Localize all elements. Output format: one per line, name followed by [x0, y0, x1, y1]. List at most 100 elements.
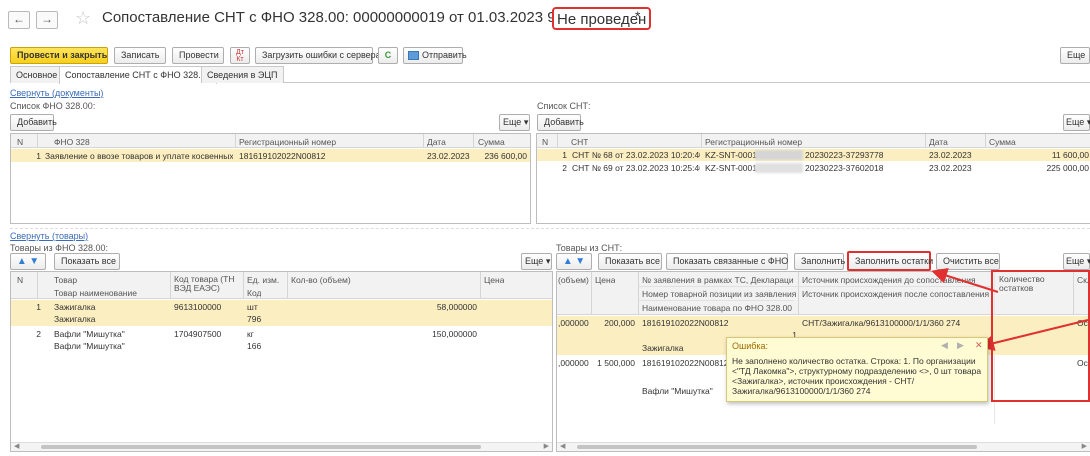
- fno-goods-table: N Товар Товар наименование Код товара (Т…: [10, 271, 553, 452]
- snt-goods-row-decl: 181619102022N00812: [642, 358, 729, 368]
- snt-goods-row-price: 1 500,000: [597, 358, 635, 368]
- collapse-documents-link[interactable]: Свернуть (документы): [10, 88, 103, 98]
- goods-row-qty: 150,000000: [432, 329, 477, 339]
- goods-row-n: 2: [36, 329, 41, 339]
- scroll-right-icon[interactable]: ▶: [544, 443, 549, 451]
- col-goods: Товар: [54, 275, 78, 285]
- scroll-left-icon[interactable]: ◀: [14, 443, 19, 451]
- fno-show-all-button[interactable]: Показать все: [54, 253, 120, 270]
- load-errors-button[interactable]: Загрузить ошибки с сервера: [255, 47, 381, 64]
- snt-goods-row-name328: Вафли "Мишутка": [642, 386, 713, 396]
- tab-matching[interactable]: Сопоставление СНТ с ФНО 328.00: [59, 66, 217, 84]
- snt-row-date: 23.02.2023: [929, 163, 972, 173]
- fno-row-reg: 181619102022N00812: [239, 151, 326, 161]
- snt-col-reg: Регистрационный номер: [705, 137, 803, 147]
- table-row[interactable]: 2 Вафли "Мишутка" Вафли "Мишутка" 170490…: [11, 327, 552, 353]
- post-button[interactable]: Провести: [172, 47, 224, 64]
- table-row[interactable]: 2 СНТ № 69 от 23.02.2023 10:25:46 KZ-SNT…: [537, 162, 1090, 174]
- fno-row-date: 23.02.2023: [427, 151, 470, 161]
- snt-row-sum: 11 600,00: [1051, 150, 1089, 160]
- snt-more-button[interactable]: Еще ▾: [1063, 114, 1090, 131]
- fno-table-header: N ФНО 328 Регистрационный номер Дата Сум…: [11, 134, 530, 148]
- move-arrows[interactable]: ▲ ▼: [556, 253, 592, 270]
- prev-error-icon[interactable]: ◀: [941, 340, 948, 351]
- goods-row-qty: 58,000000: [436, 302, 477, 312]
- error-message: Не заполнено количество остатка. Строка:…: [732, 356, 982, 396]
- back-button[interactable]: ←: [8, 11, 30, 29]
- snt-row-reg-prefix: KZ-SNT-0001-: [705, 150, 760, 160]
- snt-row-name: СНТ № 68 от 23.02.2023 10:20:40: [572, 150, 700, 160]
- move-arrows[interactable]: ▲ ▼: [10, 253, 46, 270]
- fno-row-sum: 236 600,00: [484, 151, 527, 161]
- table-row[interactable]: 1 СНТ № 68 от 23.02.2023 10:20:40 KZ-SNT…: [537, 149, 1090, 161]
- fno-more-button[interactable]: Еще ▾: [499, 114, 530, 131]
- goods-row-name: Вафли "Мишутка": [54, 341, 125, 351]
- next-error-icon[interactable]: ▶: [957, 340, 964, 351]
- add-fno-button[interactable]: Добавить: [10, 114, 57, 131]
- refresh-icon[interactable]: C: [378, 47, 398, 64]
- goods-row-unit-code: 796: [247, 314, 262, 324]
- col-price: Цена: [484, 275, 505, 285]
- snt-goods-row-decl: 181619102022N00812: [642, 318, 729, 328]
- close-icon[interactable]: ✕: [975, 340, 983, 351]
- collapse-goods-link[interactable]: Свернуть (товары): [10, 231, 88, 241]
- arrow-right-icon: →: [41, 12, 53, 26]
- col-name328: Наименование товара по ФНО 328.00: [642, 303, 793, 313]
- forward-button[interactable]: →: [36, 11, 58, 29]
- fill-button[interactable]: Заполнить: [794, 253, 845, 270]
- arrow-down-icon: ▼: [29, 256, 40, 267]
- fno-col-n: N: [17, 137, 24, 147]
- modified-mark: *: [635, 8, 641, 24]
- goods-row-unit-code: 166: [247, 341, 262, 351]
- arrow-to-error: [978, 319, 1089, 351]
- arrow-up-icon: ▲: [16, 256, 27, 267]
- fno-col-date: Дата: [427, 137, 446, 147]
- table-row[interactable]: 1 Заявление о ввозе товаров и уплате кос…: [11, 149, 530, 162]
- fno-col-reg: Регистрационный номер: [239, 137, 337, 147]
- goods-row-unit: шт: [247, 302, 258, 312]
- snt-show-all-button[interactable]: Показать все: [598, 253, 662, 270]
- save-button[interactable]: Записать: [114, 47, 166, 64]
- fno-goods-more-button[interactable]: Еще ▾: [521, 253, 552, 270]
- col-qty: Кол-во (объем): [291, 275, 351, 285]
- col-code: Код товара (ТН ВЭД ЕАЭС): [174, 275, 235, 293]
- send-button[interactable]: Отправить: [403, 47, 467, 64]
- fno-row-name: Заявление о ввозе товаров и уплате косве…: [45, 151, 233, 161]
- show-linked-button[interactable]: Показать связанные с ФНО: [666, 253, 788, 270]
- fno-col-fno: ФНО 328: [54, 137, 90, 147]
- col-decl: № заявления в рамках ТС, Декларации н...: [642, 275, 794, 285]
- scroll-thumb[interactable]: [41, 445, 481, 449]
- scroll-left-icon[interactable]: ◀: [560, 443, 565, 451]
- fno-table: N ФНО 328 Регистрационный номер Дата Сум…: [10, 133, 531, 224]
- goods-row-goods: Зажигалка: [54, 302, 96, 312]
- goods-row-unit: кг: [247, 329, 254, 339]
- add-snt-button[interactable]: Добавить: [537, 114, 584, 131]
- snt-goods-row-qty: ,000000: [558, 318, 589, 328]
- scroll-right-icon[interactable]: ▶: [1082, 443, 1087, 451]
- tab-eds[interactable]: Сведения в ЭЦП: [201, 66, 284, 83]
- col-qty: (объем): [558, 275, 589, 285]
- tab-main[interactable]: Основное: [10, 66, 64, 83]
- scroll-thumb[interactable]: [577, 445, 977, 449]
- post-and-close-button[interactable]: Провести и закрыть: [10, 47, 108, 64]
- more-button[interactable]: Еще: [1060, 47, 1090, 64]
- fno-goods-label: Товары из ФНО 328.00:: [10, 243, 108, 253]
- goods-row-code: 1704907500: [174, 329, 222, 339]
- col-pos: Номер товарной позиции из заявления: [642, 289, 797, 299]
- section-divider: [10, 228, 1090, 229]
- redacted-block: [755, 163, 803, 173]
- snt-row-date: 23.02.2023: [929, 150, 972, 160]
- horizontal-scrollbar[interactable]: ◀ ▶: [557, 442, 1090, 451]
- send-icon: [408, 51, 419, 60]
- fno-goods-header: N Товар Товар наименование Код товара (Т…: [11, 272, 552, 299]
- fno-row-n: 1: [36, 151, 41, 161]
- snt-row-reg-suffix: 20230223-37293778: [805, 150, 884, 160]
- send-label: Отправить: [422, 50, 467, 60]
- dt-kt-icon[interactable]: Дт Кт: [230, 47, 250, 64]
- horizontal-scrollbar[interactable]: ◀ ▶: [11, 442, 552, 451]
- favorite-star-icon[interactable]: ☆: [75, 8, 91, 29]
- arrow-up-icon: ▲: [562, 256, 573, 267]
- table-row[interactable]: 1 Зажигалка Зажигалка 9613100000 шт 796 …: [11, 300, 552, 326]
- goods-row-goods: Вафли "Мишутка": [54, 329, 125, 339]
- document-title: Сопоставление СНТ с ФНО 328.00: 00000000…: [102, 9, 602, 26]
